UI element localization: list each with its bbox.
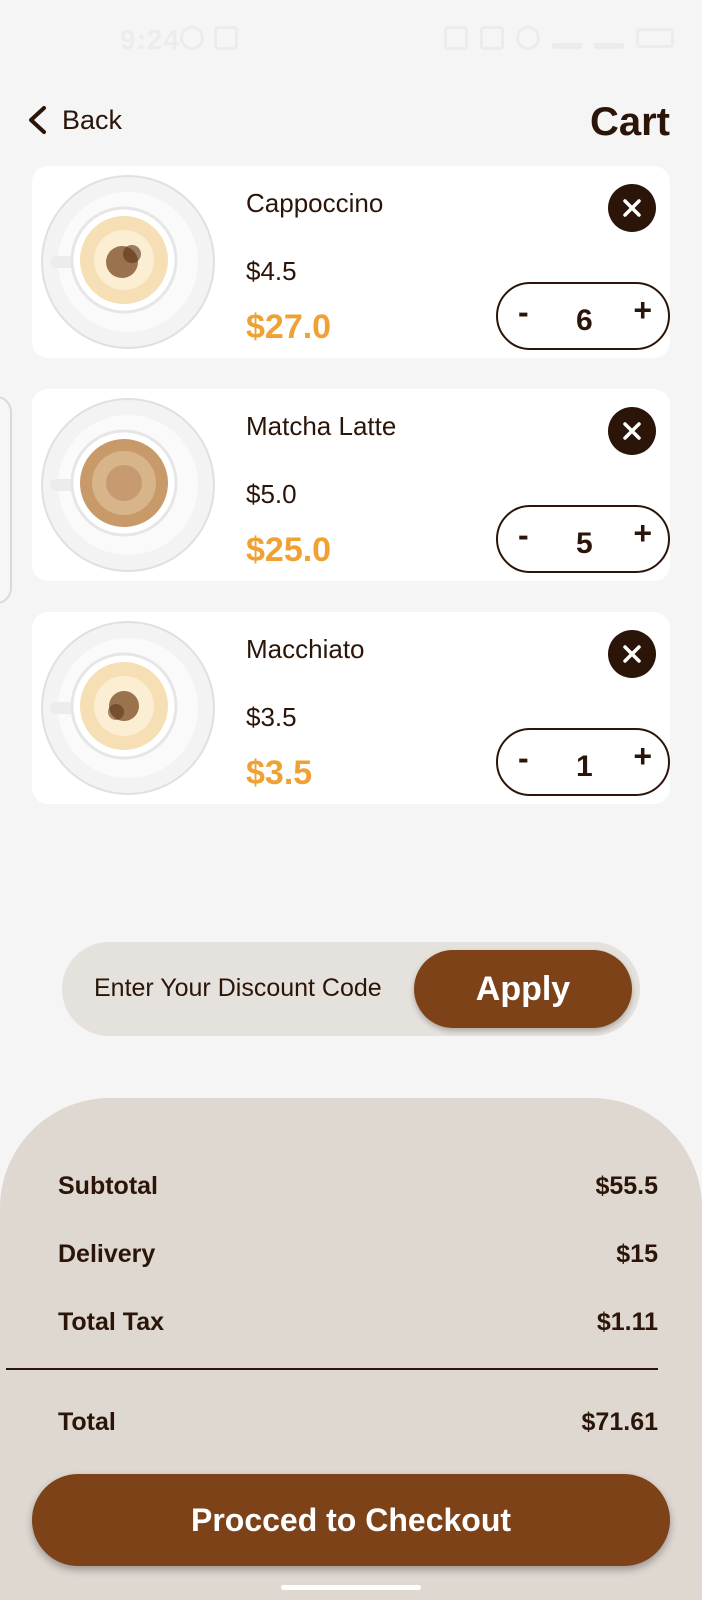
item-line-total: $25.0: [246, 531, 332, 569]
decrease-quantity-button[interactable]: -: [518, 294, 529, 331]
item-unit-price: $4.5: [246, 256, 297, 286]
order-summary: Subtotal $55.5 Delivery $15 Total Tax $1…: [0, 1098, 702, 1600]
status-time: 9:24: [120, 24, 181, 55]
quantity-value: 5: [576, 527, 593, 560]
apply-discount-button[interactable]: Apply: [414, 950, 632, 1028]
cart-item: Cappoccino $4.5 $27.0 - 6 +: [32, 166, 670, 358]
decrease-quantity-button[interactable]: -: [518, 517, 529, 554]
item-line-total: $3.5: [246, 754, 313, 792]
item-name: Macchiato: [246, 634, 365, 664]
remove-item-button[interactable]: [608, 630, 656, 678]
subtotal-row: Subtotal $55.5: [58, 1172, 658, 1201]
shield-icon: [214, 26, 238, 50]
quantity-stepper: - 6 +: [496, 282, 670, 350]
total-row: Total $71.61: [58, 1408, 658, 1437]
tax-value: $1.11: [596, 1308, 658, 1336]
item-name: Matcha Latte: [246, 411, 397, 441]
total-value: $71.61: [581, 1408, 658, 1436]
total-label: Total: [58, 1408, 116, 1436]
item-unit-price: $5.0: [246, 479, 297, 509]
tax-row: Total Tax $1.11: [58, 1308, 658, 1337]
quantity-value: 6: [576, 304, 593, 337]
back-label: Back: [62, 104, 123, 135]
subtotal-label: Subtotal: [58, 1172, 158, 1200]
increase-quantity-button[interactable]: +: [633, 292, 652, 329]
quantity-value: 1: [576, 750, 593, 783]
bluetooth-icon: [516, 26, 540, 50]
remove-item-button[interactable]: [608, 407, 656, 455]
alarm-icon: [444, 26, 468, 50]
battery-icon: [636, 28, 674, 48]
item-name: Cappoccino: [246, 188, 384, 218]
vibrate-icon: [480, 26, 504, 50]
discount-code-input[interactable]: [94, 966, 414, 1010]
signal-icon: [594, 27, 624, 49]
close-icon: [623, 199, 641, 217]
decrease-quantity-button[interactable]: -: [518, 740, 529, 777]
quantity-stepper: - 5 +: [496, 505, 670, 573]
tax-label: Total Tax: [58, 1308, 165, 1336]
cart-screen: 9:24 Back Cart Cappoccino $4.5 $27.0 - 6…: [0, 0, 702, 1600]
cappuccino-image: [41, 175, 215, 349]
page-title: Cart: [589, 100, 670, 144]
item-unit-price: $3.5: [246, 702, 297, 732]
wifi-icon: [552, 27, 582, 49]
summary-divider: [6, 1368, 658, 1370]
chevron-left-icon: [29, 106, 46, 134]
status-bar: 9:24: [0, 0, 702, 76]
close-icon: [623, 422, 641, 440]
matcha-latte-image: [41, 398, 215, 572]
macchiato-image: [41, 621, 215, 795]
close-icon: [623, 645, 641, 663]
quantity-stepper: - 1 +: [496, 728, 670, 796]
cart-item: Macchiato $3.5 $3.5 - 1 +: [32, 612, 670, 804]
remove-item-button[interactable]: [608, 184, 656, 232]
delivery-label: Delivery: [58, 1240, 156, 1268]
item-line-total: $27.0: [246, 308, 332, 346]
checkout-button[interactable]: Procced to Checkout: [32, 1474, 670, 1566]
back-button[interactable]: Back: [26, 104, 122, 136]
subtotal-value: $55.5: [595, 1172, 658, 1200]
cart-item: Matcha Latte $5.0 $25.0 - 5 +: [32, 389, 670, 581]
side-drawer-handle[interactable]: [0, 396, 12, 604]
home-indicator[interactable]: [281, 1585, 421, 1590]
sync-icon: [180, 26, 204, 50]
increase-quantity-button[interactable]: +: [633, 515, 652, 552]
delivery-value: $15: [616, 1240, 658, 1268]
increase-quantity-button[interactable]: +: [633, 738, 652, 775]
discount-bar: Apply: [62, 942, 640, 1036]
delivery-row: Delivery $15: [58, 1240, 658, 1269]
